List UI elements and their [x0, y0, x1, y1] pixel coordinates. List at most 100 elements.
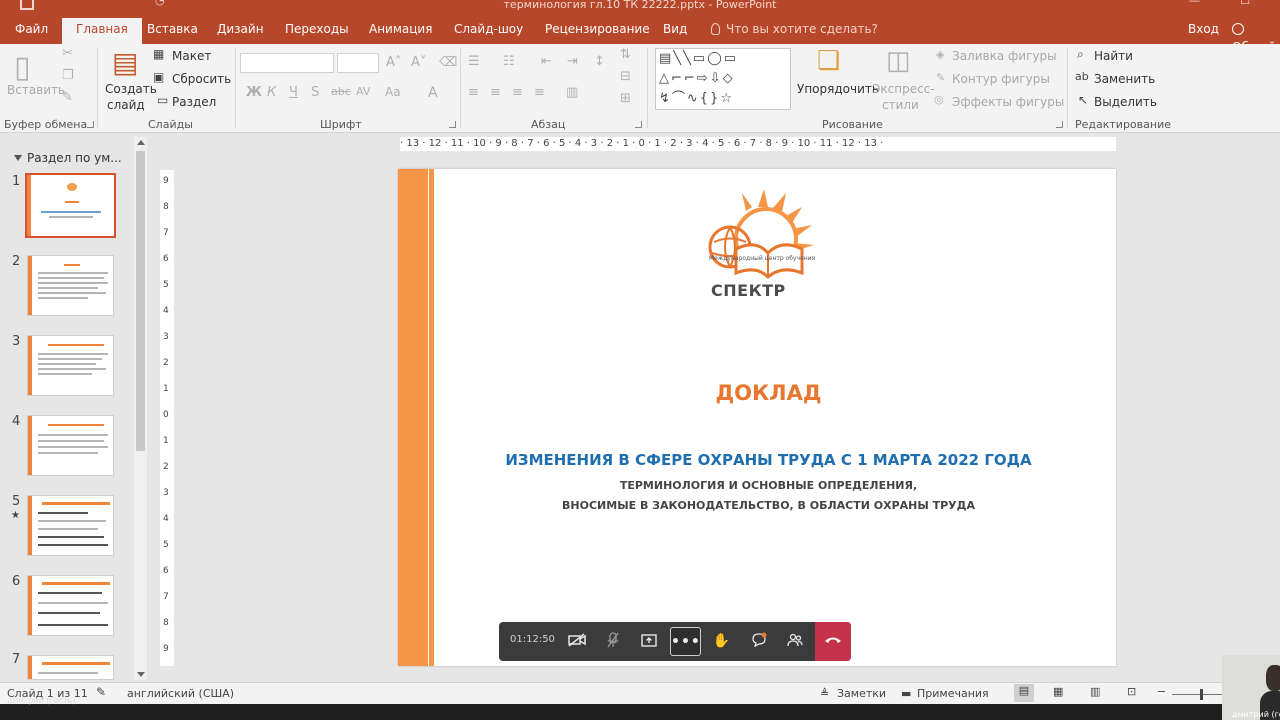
- shapes-row-3[interactable]: ↯⌒∿{}☆: [656, 89, 790, 109]
- slide-subtitle[interactable]: ИЗМЕНЕНИЯ В СФЕРЕ ОХРАНЫ ТРУДА С 1 МАРТА…: [398, 451, 1116, 469]
- grow-font-icon[interactable]: A˄: [386, 55, 401, 70]
- tab-transitions[interactable]: Переходы: [285, 20, 349, 44]
- collapse-icon[interactable]: [14, 155, 22, 161]
- tab-insert[interactable]: Вставка: [147, 20, 198, 44]
- chat-icon[interactable]: [743, 627, 774, 656]
- font-name-input[interactable]: [240, 53, 334, 73]
- mic-off-icon[interactable]: [597, 627, 628, 656]
- participants-icon[interactable]: [779, 627, 810, 656]
- layout-button[interactable]: Макет: [172, 49, 211, 63]
- shape-fill-button[interactable]: Заливка фигуры: [952, 49, 1057, 63]
- save-icon[interactable]: [20, 0, 34, 10]
- tab-design[interactable]: Дизайн: [217, 20, 264, 44]
- paste-icon[interactable]: ▯: [14, 50, 31, 85]
- zoom-out-icon[interactable]: −: [1157, 685, 1166, 698]
- participant-video-tile[interactable]: дмитрий (го: [1222, 655, 1280, 720]
- align-text-icon[interactable]: ⊟: [620, 69, 631, 84]
- tab-file[interactable]: Файл: [15, 20, 48, 44]
- shapes-gallery[interactable]: ▤╲╲▭◯▭ △⌐⌐⇨⇩◇ ↯⌒∿{}☆: [655, 48, 791, 110]
- align-left-icon[interactable]: ≡: [468, 85, 479, 100]
- slide-thumbnail-2[interactable]: [27, 255, 114, 316]
- tab-view[interactable]: Вид: [663, 20, 687, 44]
- strikethrough-button[interactable]: abc: [331, 85, 351, 98]
- scroll-thumb[interactable]: [136, 151, 145, 451]
- slide-text-line-2[interactable]: ВНОСИМЫЕ В ЗАКОНОДАТЕЛЬСТВО, В ОБЛАСТИ О…: [398, 499, 1116, 512]
- change-case-button[interactable]: Aa: [385, 85, 401, 99]
- shapes-row-2[interactable]: △⌐⌐⇨⇩◇: [656, 69, 790, 89]
- font-color-button[interactable]: A: [428, 85, 438, 101]
- font-launcher-icon[interactable]: [449, 121, 456, 128]
- shrink-font-icon[interactable]: A˅: [411, 55, 426, 70]
- language-indicator[interactable]: английский (США): [127, 687, 234, 700]
- zoom-slider-knob[interactable]: [1200, 689, 1203, 700]
- text-direction-icon[interactable]: ⇅: [620, 47, 631, 62]
- clear-format-icon[interactable]: ⌫: [439, 55, 457, 70]
- tab-animations[interactable]: Анимация: [369, 20, 432, 44]
- increase-indent-icon[interactable]: ⇥: [567, 54, 578, 69]
- notes-button[interactable]: Заметки: [837, 687, 886, 700]
- normal-view-icon[interactable]: ▤: [1014, 684, 1034, 702]
- justify-icon[interactable]: ≡: [534, 85, 545, 100]
- select-button[interactable]: Выделить: [1094, 95, 1157, 109]
- tab-slideshow[interactable]: Слайд-шоу: [454, 20, 523, 44]
- quick-styles-icon[interactable]: ◫: [886, 46, 911, 76]
- camera-off-icon[interactable]: [561, 627, 592, 656]
- replace-button[interactable]: Заменить: [1094, 72, 1155, 86]
- arrange-icon[interactable]: ❏: [817, 46, 840, 76]
- clipboard-launcher-icon[interactable]: [87, 121, 94, 128]
- font-size-input[interactable]: [337, 53, 379, 73]
- spell-check-icon[interactable]: ✎: [96, 685, 106, 699]
- raise-hand-icon[interactable]: ✋: [706, 627, 737, 656]
- slide-thumbnail-1[interactable]: [25, 173, 116, 238]
- slide-canvas[interactable]: Международный центр обучения СПЕКТР ДОКЛ…: [398, 169, 1116, 666]
- scroll-down-icon[interactable]: [137, 672, 145, 677]
- smartart-icon[interactable]: ⊞: [620, 91, 631, 106]
- tab-home[interactable]: Главная: [62, 18, 142, 44]
- align-right-icon[interactable]: ≡: [512, 85, 523, 100]
- slide-sorter-icon[interactable]: ▦: [1053, 685, 1063, 698]
- decrease-indent-icon[interactable]: ⇤: [541, 54, 552, 69]
- new-slide-button[interactable]: Создать: [105, 82, 157, 96]
- align-center-icon[interactable]: ≡: [490, 85, 501, 100]
- shape-effects-button[interactable]: Эффекты фигуры: [952, 95, 1064, 109]
- slides-scrollbar[interactable]: [134, 137, 147, 680]
- slide-thumbnail-4[interactable]: [27, 415, 114, 476]
- shadow-button[interactable]: S: [311, 85, 319, 100]
- new-slide-icon[interactable]: ▤: [112, 46, 138, 79]
- format-painter-icon[interactable]: ✎: [62, 90, 73, 105]
- sign-in-link[interactable]: Вход: [1188, 20, 1219, 38]
- shapes-row-1[interactable]: ▤╲╲▭◯▭: [656, 49, 790, 69]
- drawing-launcher-icon[interactable]: [1056, 121, 1063, 128]
- bold-button[interactable]: Ж: [246, 85, 262, 100]
- zoom-slider[interactable]: [1172, 689, 1222, 700]
- slide-thumbnail-5[interactable]: [27, 495, 114, 556]
- slide-thumbnail-6[interactable]: [27, 575, 114, 636]
- numbering-icon[interactable]: ☷: [503, 54, 515, 69]
- bullets-icon[interactable]: ☰: [468, 54, 480, 69]
- paste-button[interactable]: Вставить: [7, 83, 65, 97]
- hang-up-icon[interactable]: [815, 622, 851, 661]
- find-button[interactable]: Найти: [1094, 49, 1133, 63]
- shape-outline-button[interactable]: Контур фигуры: [952, 72, 1050, 86]
- scroll-up-icon[interactable]: [137, 140, 145, 145]
- line-spacing-icon[interactable]: ↕: [594, 54, 605, 69]
- comments-button[interactable]: Примечания: [917, 687, 989, 700]
- window-controls[interactable]: — ☐: [1149, 0, 1250, 6]
- italic-button[interactable]: К: [267, 85, 276, 100]
- quick-access-icon[interactable]: ◔: [155, 0, 165, 6]
- tell-me-search[interactable]: Что вы хотите сделать?: [711, 20, 878, 38]
- slide-thumbnail-7[interactable]: [27, 655, 114, 680]
- char-spacing-button[interactable]: AV: [356, 85, 370, 98]
- arrange-button[interactable]: Упорядочить: [797, 82, 879, 96]
- section-button[interactable]: Раздел: [172, 95, 216, 109]
- paragraph-launcher-icon[interactable]: [635, 121, 642, 128]
- slideshow-view-icon[interactable]: ⊡: [1127, 685, 1136, 698]
- slide-text-line-1[interactable]: ТЕРМИНОЛОГИЯ И ОСНОВНЫЕ ОПРЕДЕЛЕНИЯ,: [398, 479, 1116, 492]
- reset-button[interactable]: Сбросить: [172, 72, 231, 86]
- share-screen-icon[interactable]: [633, 627, 664, 656]
- copy-icon[interactable]: ❐: [62, 68, 74, 83]
- cut-icon[interactable]: ✂: [62, 46, 73, 61]
- quick-styles-button[interactable]: Экспресс-: [872, 82, 935, 96]
- section-header[interactable]: Раздел по ум...: [14, 151, 122, 165]
- columns-icon[interactable]: ▥: [566, 85, 578, 100]
